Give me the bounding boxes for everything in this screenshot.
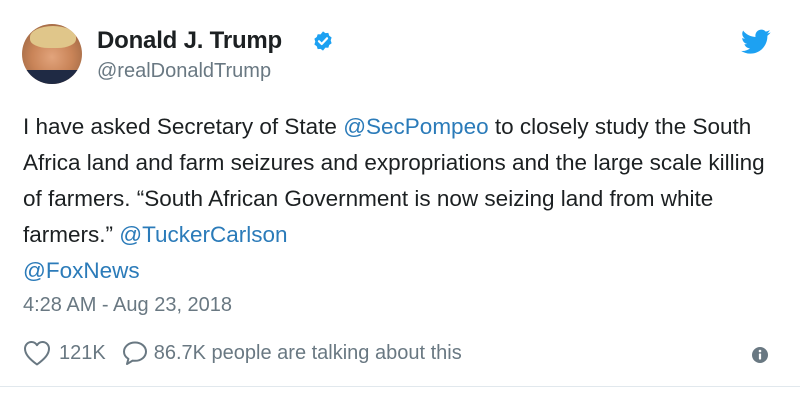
like-count: 121K bbox=[59, 341, 106, 364]
tweet-actions: 121K 86.7K people are talking about this bbox=[23, 339, 462, 367]
avatar[interactable] bbox=[22, 24, 82, 84]
like-button[interactable]: 121K bbox=[23, 340, 106, 366]
speech-bubble-icon bbox=[122, 341, 147, 365]
mention-secpompeo-link[interactable]: @SecPompeo bbox=[343, 114, 488, 139]
tweet-text: I have asked Secretary of State @SecPomp… bbox=[23, 109, 778, 289]
verified-badge-icon bbox=[314, 31, 332, 51]
avatar-suit bbox=[22, 70, 82, 84]
mention-tuckercarlson-link[interactable]: @TuckerCarlson bbox=[119, 222, 287, 247]
talking-about-count: 86.7K people are talking about this bbox=[153, 341, 462, 364]
bottom-divider bbox=[0, 386, 800, 387]
info-icon[interactable] bbox=[751, 346, 769, 364]
avatar-hair bbox=[30, 26, 76, 48]
mention-foxnews-link[interactable]: @FoxNews bbox=[23, 258, 140, 283]
tweet-timestamp-link[interactable]: 4:28 AM - Aug 23, 2018 bbox=[23, 294, 232, 317]
tweet-text-part: I have asked Secretary of State bbox=[23, 114, 344, 139]
conversation-button[interactable]: 86.7K people are talking about this bbox=[122, 340, 462, 366]
twitter-bird-icon[interactable] bbox=[741, 29, 771, 55]
embedded-tweet: Donald J. Trump @realDonaldTrump I have … bbox=[0, 0, 800, 401]
author-handle[interactable]: @realDonaldTrump bbox=[97, 60, 271, 83]
heart-icon bbox=[24, 341, 50, 366]
author-display-name[interactable]: Donald J. Trump bbox=[97, 27, 282, 55]
